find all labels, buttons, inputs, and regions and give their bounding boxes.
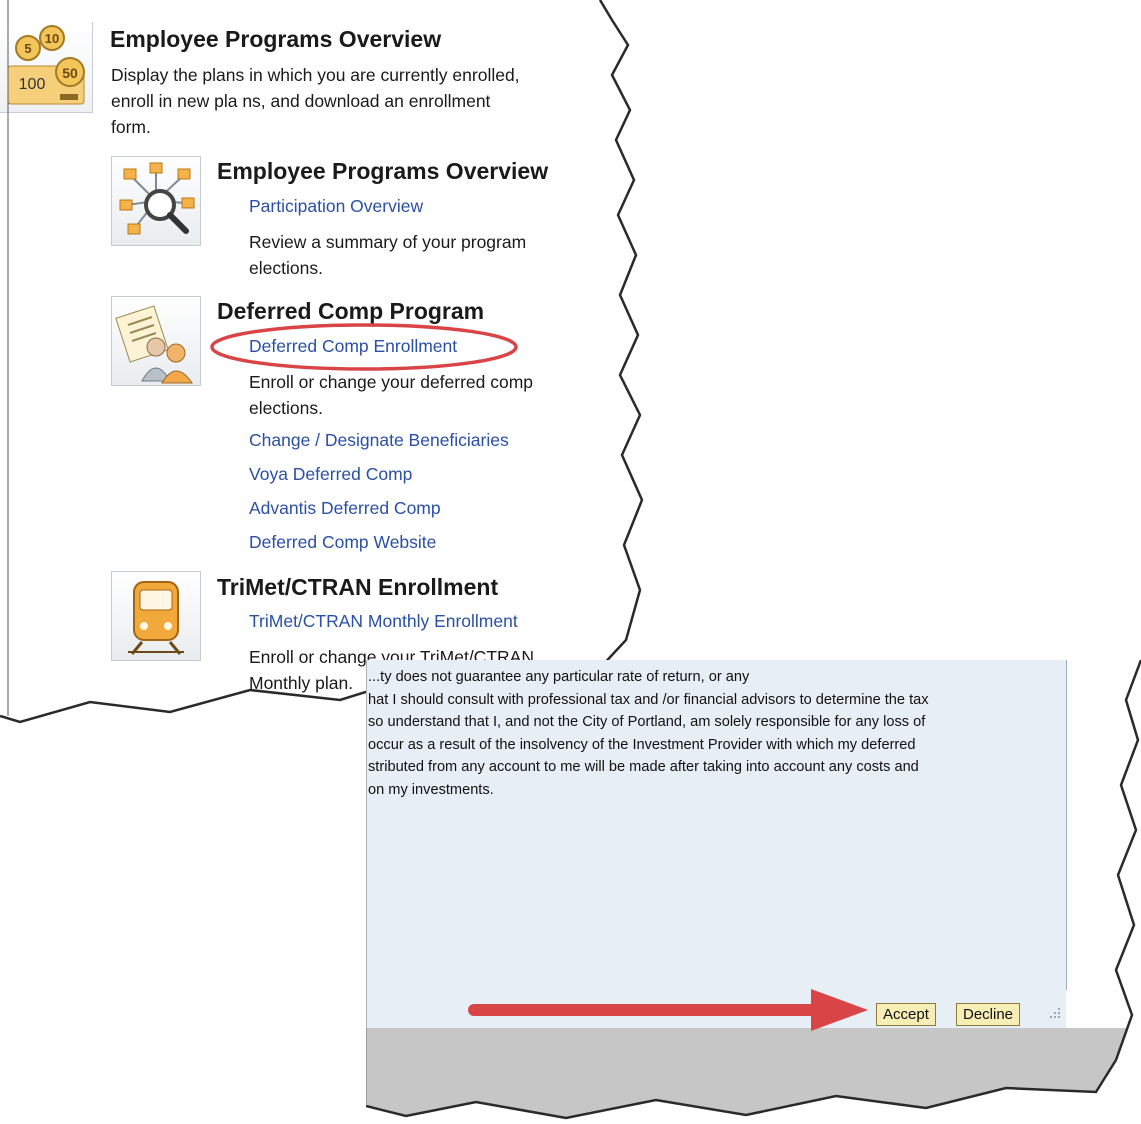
coin-label: 100 <box>19 76 46 93</box>
dialog-body: ...ty does not guarantee any particular … <box>366 660 1067 990</box>
coin-label: 5 <box>24 41 31 56</box>
section-description-line: elections. <box>249 258 323 278</box>
legal-line: occur as a result of the insolvency of t… <box>368 736 916 753</box>
legal-line: on my investments. <box>368 781 494 798</box>
deferred-comp-website-link[interactable]: Deferred Comp Website <box>249 532 436 553</box>
section-title: Employee Programs Overview <box>217 158 549 184</box>
voya-deferred-comp-link[interactable]: Voya Deferred Comp <box>249 464 412 485</box>
advantis-deferred-comp-link[interactable]: Advantis Deferred Comp <box>249 498 441 519</box>
document-people-icon <box>111 296 201 386</box>
participation-overview-link[interactable]: Participation Overview <box>249 196 423 217</box>
decline-button[interactable]: Decline <box>956 1003 1021 1026</box>
legal-line: ...ty does not guarantee any particular … <box>368 669 750 685</box>
window-background <box>366 1028 1141 1118</box>
header-description-line: Display the plans in which you are curre… <box>111 65 520 85</box>
section-description-line: Monthly plan. <box>249 673 354 693</box>
change-beneficiaries-link[interactable]: Change / Designate Beneficiaries <box>249 430 509 451</box>
trimet-ctran-enrollment-link[interactable]: TriMet/CTRAN Monthly Enrollment <box>249 611 518 632</box>
employee-programs-panel: 5 10 100 50 Employee Programs Overview D… <box>0 0 642 722</box>
section-title: Deferred Comp Program <box>217 298 485 324</box>
legal-text: ...ty does not guarantee any particular … <box>368 666 1058 801</box>
highlight-circle <box>210 323 518 371</box>
red-arrow-annotation <box>468 989 868 1031</box>
page-title: Employee Programs Overview <box>110 26 442 52</box>
coins-icon: 5 10 100 50 <box>0 22 93 113</box>
network-search-icon <box>111 156 201 246</box>
disclaimer-dialog: ...ty does not guarantee any particular … <box>366 660 1141 1118</box>
legal-line: so understand that I, and not the City o… <box>368 714 926 730</box>
section-description-line: Review a summary of your program <box>249 232 527 252</box>
section-title: TriMet/CTRAN Enrollment <box>217 574 499 600</box>
legal-line: hat I should consult with professional t… <box>368 691 929 708</box>
header-description-line: form. <box>111 117 151 137</box>
accept-button[interactable]: Accept <box>876 1003 936 1026</box>
section-description-line: elections. <box>249 398 323 418</box>
train-icon <box>111 571 201 661</box>
legal-line: stributed from any account to me will be… <box>368 759 919 775</box>
coin-label: 10 <box>45 31 59 46</box>
resize-grip-icon[interactable] <box>1046 1006 1062 1022</box>
header-description-line: enroll in new pla ns, and download an en… <box>111 91 491 111</box>
coin-label: 50 <box>62 65 78 81</box>
